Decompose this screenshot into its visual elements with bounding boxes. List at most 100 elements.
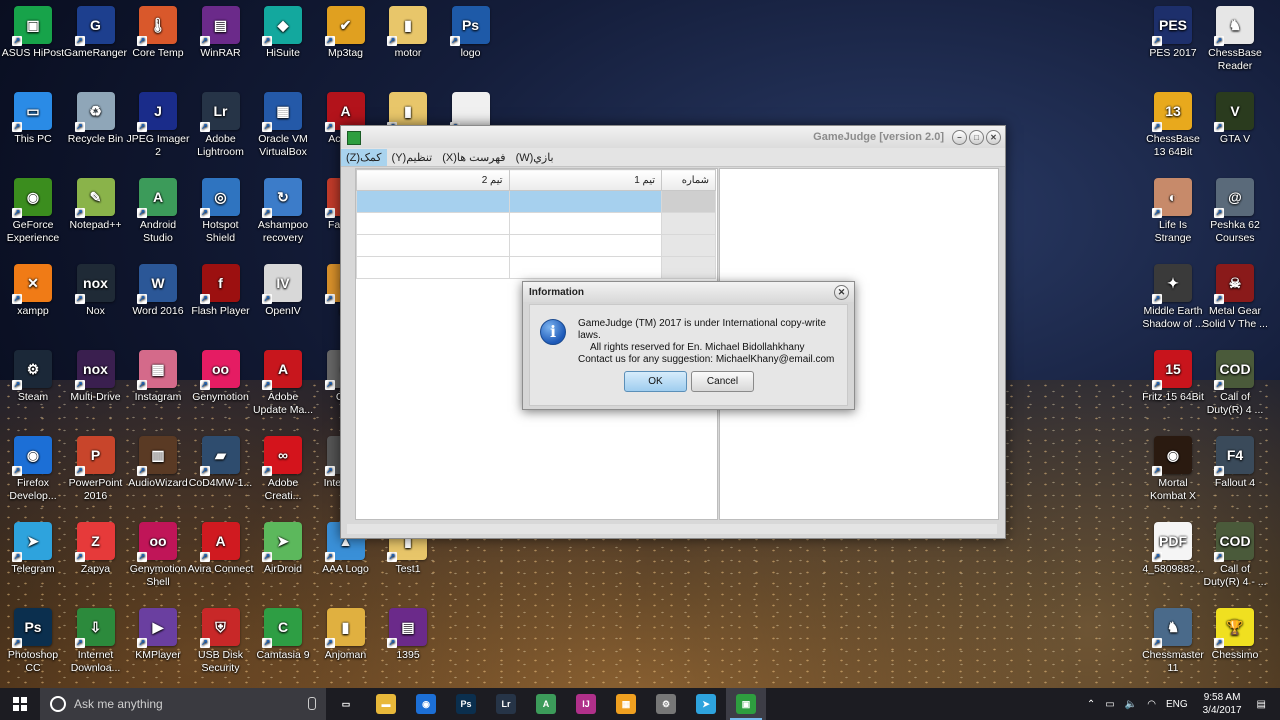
desktop-icon[interactable]: oo ↗ Genymotion Shell [125, 522, 191, 589]
desktop-icon[interactable]: ◎ ↗ Hotspot Shield [188, 178, 254, 245]
table-row[interactable] [356, 256, 716, 279]
desktop-icon[interactable]: ☠ ↗ Metal Gear Solid V The ... [1202, 264, 1268, 331]
desktop-icon[interactable]: ▮ ↗ motor [375, 6, 441, 60]
row-number-cell[interactable] [661, 212, 716, 235]
table-row[interactable] [356, 212, 716, 235]
desktop-icon[interactable]: A ↗ Avira Connect [188, 522, 254, 576]
taskbar-app-photoshop[interactable]: Ps [446, 688, 486, 720]
desktop-icon[interactable]: ▶ ↗ KMPlayer [125, 608, 191, 662]
desktop-icon[interactable]: ⛨ ↗ USB Disk Security [188, 608, 254, 675]
table-cell[interactable] [508, 190, 662, 213]
desktop-icon[interactable]: 13 ↗ ChessBase 13 64Bit [1140, 92, 1206, 159]
desktop-icon[interactable]: ⚙ ↗ Steam [0, 350, 66, 404]
desktop-icon[interactable]: f ↗ Flash Player [188, 264, 254, 318]
desktop-icon[interactable]: ▤ ↗ 1395 [375, 608, 441, 662]
notifications-icon[interactable]: ▤ [1257, 699, 1266, 710]
dialog-close-icon[interactable]: ✕ [834, 285, 849, 300]
desktop-icon[interactable]: A ↗ Android Studio [125, 178, 191, 245]
taskbar-app-intellij[interactable]: IJ [566, 688, 606, 720]
desktop-icon[interactable]: ∞ ↗ Adobe Creati... [250, 436, 316, 503]
table-cell[interactable] [356, 234, 510, 257]
desktop-icon[interactable]: ↻ ↗ Ashampoo recovery [250, 178, 316, 245]
menu-item[interactable]: فهرست ها(X) [437, 149, 510, 166]
desktop-icon[interactable]: COD ↗ Call of Duty(R) 4 - ... [1202, 522, 1268, 589]
row-number-cell[interactable] [661, 256, 716, 279]
desktop-icon[interactable]: 🏆 ↗ Chessimo [1202, 608, 1268, 662]
microphone-icon[interactable] [308, 697, 316, 710]
desktop-icon[interactable]: oo ↗ Genymotion [188, 350, 254, 404]
taskbar-app-firefox[interactable]: ◉ [406, 688, 446, 720]
search-box[interactable]: Ask me anything [40, 688, 326, 720]
menu-item[interactable]: تنظيم(Y) [387, 149, 438, 166]
desktop-icon[interactable]: ➤ ↗ Telegram [0, 522, 66, 576]
desktop-icon[interactable]: ♞ ↗ Chessmaster 11 [1140, 608, 1206, 675]
desktop-icon[interactable]: F4 ↗ Fallout 4 [1202, 436, 1268, 490]
desktop-icon[interactable]: ▥ ↗ AudioWizard [125, 436, 191, 490]
desktop-icon[interactable]: J ↗ JPEG Imager 2 [125, 92, 191, 159]
taskbar-app-settings[interactable]: ⚙ [646, 688, 686, 720]
desktop-icon[interactable]: nox ↗ Nox [63, 264, 129, 318]
table-cell[interactable] [356, 256, 510, 279]
desktop-icon[interactable]: C ↗ Camtasia 9 [250, 608, 316, 662]
menu-item[interactable]: بازي(W) [511, 149, 559, 166]
wifi-icon[interactable]: ◠ [1147, 699, 1156, 710]
battery-icon[interactable]: ▭ [1105, 699, 1114, 710]
desktop-icon[interactable]: 15 ↗ Fritz 15 64Bit [1140, 350, 1206, 404]
desktop-icon[interactable]: ◐ ↗ Life Is Strange [1140, 178, 1206, 245]
taskbar-app-lightroom[interactable]: Lr [486, 688, 526, 720]
desktop-icon[interactable]: IV ↗ OpenIV [250, 264, 316, 318]
table-cell[interactable] [508, 256, 662, 279]
desktop-icon[interactable]: ◉ ↗ Firefox Develop... [0, 436, 66, 503]
table-cell[interactable] [508, 212, 662, 235]
desktop-icon[interactable]: P ↗ PowerPoint 2016 [63, 436, 129, 503]
row-number-cell[interactable] [661, 234, 716, 257]
desktop-icon[interactable]: ▮ ↗ Anjoman [313, 608, 379, 662]
minimize-button[interactable]: – [952, 129, 967, 145]
desktop-icon[interactable]: Lr ↗ Adobe Lightroom [188, 92, 254, 159]
window-titlebar[interactable]: GameJudge [version 2.0] – □ ✕ [341, 126, 1005, 148]
column-header[interactable]: تیم 1 [508, 169, 662, 191]
desktop-icon[interactable]: PES ↗ PES 2017 [1140, 6, 1206, 60]
desktop-icon[interactable]: ▦ ↗ Instagram [125, 350, 191, 404]
table-cell[interactable] [356, 190, 510, 213]
desktop-icon[interactable]: Z ↗ Zapya [63, 522, 129, 576]
desktop-icon[interactable]: V ↗ GTA V [1202, 92, 1268, 146]
desktop-icon[interactable]: G ↗ GameRanger [63, 6, 129, 60]
table-row[interactable] [356, 234, 716, 257]
cancel-button[interactable]: Cancel [691, 371, 754, 392]
column-header[interactable]: شماره [661, 169, 716, 191]
chevron-up-icon[interactable]: ⌃ [1087, 699, 1095, 710]
desktop-icon[interactable]: ✕ ↗ xampp [0, 264, 66, 318]
desktop-icon[interactable]: nox ↗ Multi-Drive [63, 350, 129, 404]
desktop-icon[interactable]: ▦ ↗ Oracle VM VirtualBox [250, 92, 316, 159]
desktop-icon[interactable]: ◉ ↗ GeForce Experience [0, 178, 66, 245]
close-button[interactable]: ✕ [986, 129, 1001, 145]
desktop-icon[interactable]: ▰ ↗ CoD4MW-1... [188, 436, 254, 490]
desktop-icon[interactable]: ▣ ↗ ASUS HiPost [0, 6, 66, 60]
column-header[interactable]: تیم 2 [356, 169, 510, 191]
desktop-icon[interactable]: ➤ ↗ AirDroid [250, 522, 316, 576]
desktop-icon[interactable]: W ↗ Word 2016 [125, 264, 191, 318]
desktop-icon[interactable]: ▭ ↗ This PC [0, 92, 66, 146]
desktop-icon[interactable]: ♞ ↗ ChessBase Reader [1202, 6, 1268, 73]
desktop-icon[interactable]: ◉ ↗ Mortal Kombat X [1140, 436, 1206, 503]
start-button[interactable] [0, 688, 40, 720]
desktop-icon[interactable]: COD ↗ Call of Duty(R) 4 ... [1202, 350, 1268, 417]
language-indicator[interactable]: ENG [1166, 699, 1188, 710]
desktop-icon[interactable]: ⇩ ↗ Internet Downloa... [63, 608, 129, 675]
desktop-icon[interactable]: ◆ ↗ HiSuite [250, 6, 316, 60]
desktop-icon[interactable]: Ps ↗ logo [438, 6, 504, 60]
menu-item[interactable]: کمک(Z) [341, 148, 387, 166]
desktop-icon[interactable]: PDF ↗ 4_5809882... [1140, 522, 1206, 576]
desktop-icon[interactable]: Ps ↗ Photoshop CC [0, 608, 66, 675]
desktop-icon[interactable]: ✔ ↗ Mp3tag [313, 6, 379, 60]
taskbar-app-android-studio[interactable]: A [526, 688, 566, 720]
taskbar-app-telegram[interactable]: ➤ [686, 688, 726, 720]
desktop-icon[interactable]: ♻ ↗ Recycle Bin [63, 92, 129, 146]
taskbar-app-package[interactable]: ▦ [606, 688, 646, 720]
taskbar-app-task-view[interactable]: ▭ [326, 688, 366, 720]
ok-button[interactable]: OK [624, 371, 687, 392]
taskbar-app-file-explorer[interactable]: ▬ [366, 688, 406, 720]
row-number-cell[interactable] [661, 190, 716, 213]
desktop-icon[interactable]: ✎ ↗ Notepad++ [63, 178, 129, 232]
